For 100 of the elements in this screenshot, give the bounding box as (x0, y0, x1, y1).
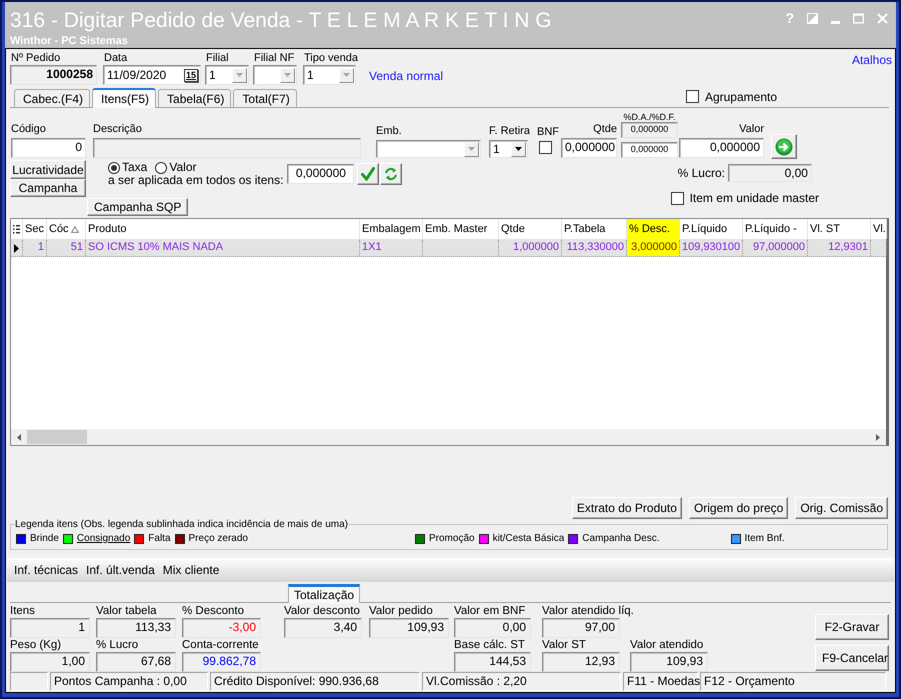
shortcuts-link[interactable]: Atalhos (852, 53, 892, 67)
table-cell: 1,000000 (499, 240, 562, 256)
text-field[interactable]: 12,93 (542, 652, 620, 672)
text-field[interactable]: 67,68 (96, 652, 176, 672)
legend-label: Preço zerado (188, 533, 248, 544)
side-button[interactable]: Lucratividade (10, 160, 86, 179)
checkbox[interactable] (670, 192, 684, 204)
scrollbar-thumb[interactable] (27, 430, 87, 444)
field-label: Valor atendido líq. (542, 605, 634, 618)
tab[interactable]: Total(F7) (233, 89, 297, 107)
text-field[interactable]: 113,33 (96, 618, 176, 638)
column-header[interactable]: P.Líquido - (743, 219, 808, 239)
legend-label: Promoção (429, 533, 475, 544)
order-number-field[interactable]: 1000258 (10, 65, 97, 85)
info-tab[interactable]: Mix cliente (160, 562, 222, 578)
info-tab[interactable]: Inf. técnicas (11, 562, 82, 578)
text-field[interactable]: 0 (11, 138, 86, 158)
checkbox[interactable] (686, 90, 699, 103)
text-field[interactable]: 144,53 (454, 652, 531, 672)
column-header[interactable]: Emb. Master (423, 219, 499, 239)
horizontal-scrollbar[interactable] (11, 429, 886, 445)
status-panel: Vl.Comissão : 2,20 (422, 672, 621, 691)
text-field[interactable]: 3,40 (284, 618, 362, 638)
dropdown[interactable] (376, 140, 481, 158)
field-label: Filial NF (254, 52, 296, 65)
radio-label: Taxa (122, 161, 148, 174)
field-label: % Desconto (182, 605, 244, 618)
campaign-sqp-button[interactable]: Campanha SQP (87, 198, 188, 216)
field-label: %D.A./%D.F. (622, 112, 676, 122)
text-field[interactable]: 99.862,78 (182, 652, 261, 672)
field-label: a ser aplicada em todos os itens: (108, 174, 284, 187)
column-header[interactable]: Qtde (499, 219, 562, 239)
window-title: 316 - Digitar Pedido de Venda - T E L E M A R K E T I N G (10, 8, 552, 33)
table-cell: 1 (23, 240, 47, 256)
legend-title: Legenda itens (Obs. legenda sublinhada indica incidência de mais de uma) (15, 519, 348, 530)
column-header[interactable]: Vl. (871, 219, 887, 239)
text-field[interactable]: 0,000000 (561, 138, 617, 158)
table-cell: 51 (47, 240, 86, 256)
radio-button[interactable] (155, 162, 168, 174)
tab[interactable]: Totalização (288, 584, 360, 603)
tab[interactable]: Tabela(F6) (158, 89, 232, 107)
side-button[interactable]: Campanha (10, 179, 86, 197)
go-button[interactable] (771, 134, 797, 159)
legend-label: kit/Cesta Básica (492, 533, 564, 544)
field-label: Peso (Kg) (10, 639, 62, 652)
field-label: Tipo venda (304, 52, 358, 65)
dropdown[interactable] (253, 65, 297, 85)
text-field[interactable]: 109,93 (630, 652, 708, 672)
refresh-button[interactable] (380, 163, 402, 185)
apply-button[interactable] (357, 163, 380, 185)
field-label: Valor desconto (284, 605, 360, 618)
product-button[interactable]: Origem do preço (688, 497, 788, 519)
sale-type-link[interactable]: Venda normal (369, 69, 444, 83)
text-field[interactable]: 109,93 (369, 618, 449, 638)
date-field[interactable]: 11/09/2020 15 (103, 65, 201, 85)
radio-button[interactable] (108, 162, 120, 174)
text-field[interactable]: 0,000000 (287, 164, 354, 184)
text-field[interactable] (93, 138, 361, 158)
table-cell: 97,000000 (743, 240, 808, 256)
tab[interactable]: Cabec.(F4) (14, 89, 90, 107)
table-cell: 1X1 (360, 240, 423, 256)
calendar-button[interactable]: 15 (184, 68, 198, 82)
column-header[interactable]: Cóc (47, 219, 86, 239)
action-button[interactable]: F2-Gravar (815, 614, 889, 640)
field-label: Valor em BNF (454, 605, 526, 618)
field-label: Descrição (93, 123, 143, 136)
column-header[interactable]: Produto (86, 219, 360, 239)
text-field[interactable]: 97,00 (542, 618, 620, 638)
radio-label: Valor (169, 161, 196, 174)
text-field[interactable]: 0,000000 (621, 122, 678, 138)
table-row[interactable]: 1 51 SO ICMS 10% MAIS NADA 1X1 1,000000 113,330000 3,000000 109,930100 97,000000 12,9301 (11, 240, 886, 257)
text-field[interactable]: 0,00 (454, 618, 531, 638)
text-field[interactable]: 0,00 (728, 164, 812, 182)
text-field[interactable]: 1 (10, 618, 90, 638)
field-label: Base cálc. ST (454, 639, 525, 652)
product-button[interactable]: Orig. Comissão (795, 497, 888, 519)
checkbox-label: Agrupamento (704, 90, 777, 104)
field-label: Data (104, 52, 128, 65)
checkbox[interactable] (539, 141, 552, 154)
column-header[interactable]: % Desc. (627, 219, 680, 239)
text-field[interactable]: 0,000000 (679, 138, 764, 158)
text-field[interactable]: -3,00 (182, 618, 261, 638)
product-button[interactable]: Extrato do Produto (572, 497, 682, 519)
table-cell: 3,000000 (627, 240, 680, 256)
action-button[interactable]: F9-Cancelar (815, 645, 889, 671)
text-field[interactable]: 0,000000 (621, 142, 678, 158)
dropdown[interactable]: 1 (489, 140, 528, 158)
column-header[interactable]: Embalagem (360, 219, 423, 239)
field-label: Valor tabela (96, 605, 157, 618)
field-label: Conta-corrente (182, 639, 259, 652)
column-header[interactable]: Sec (23, 219, 47, 239)
legend-label: Item Bnf. (744, 533, 785, 544)
text-field[interactable]: 1,00 (10, 652, 90, 672)
tab[interactable]: Itens(F5) (92, 88, 156, 108)
info-tab[interactable]: Inf. últ.venda (83, 562, 158, 578)
field-label: Qtde (592, 123, 617, 136)
right-arrow-icon (876, 434, 880, 440)
table-cell: 109,930100 (680, 240, 743, 256)
column-header[interactable]: P.Líquido (680, 219, 743, 239)
column-header[interactable]: Vl. ST (808, 219, 871, 239)
